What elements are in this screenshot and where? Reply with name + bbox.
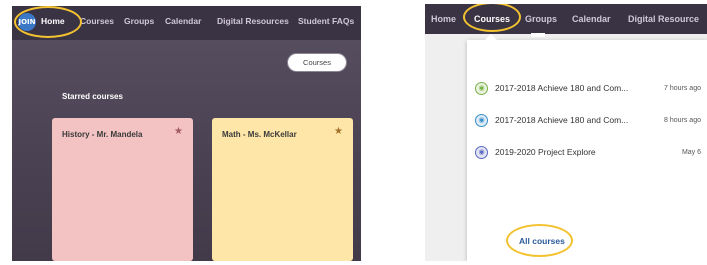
star-icon[interactable]: ★: [334, 126, 343, 137]
star-icon[interactable]: ★: [174, 126, 183, 137]
course-time: 8 hours ago: [664, 116, 701, 124]
courses-button[interactable]: Courses: [288, 54, 346, 71]
course-time: 7 hours ago: [664, 84, 701, 92]
courses-dropdown: ◉ 2017-2018 Achieve 180 and Com... 7 hou…: [467, 34, 707, 261]
nav-home[interactable]: Home: [431, 14, 456, 24]
course-card-math[interactable]: Math - Ms. McKellar ★: [212, 118, 353, 261]
course-name: 2019-2020 Project Explore: [495, 147, 596, 157]
course-card-history[interactable]: History - Mr. Mandela ★: [52, 118, 193, 261]
course-card-title: History - Mr. Mandela: [62, 130, 143, 139]
starred-courses-title: Starred courses: [62, 92, 123, 101]
course-icon: ◉: [475, 81, 488, 95]
nav-digital-resources[interactable]: Digital Resource: [628, 14, 699, 24]
dashboard-panel: JOIN Home Courses Groups Calendar Digita…: [12, 6, 361, 261]
course-icon: ◉: [475, 145, 488, 159]
courses-dropdown-panel: Home Courses Groups Calendar Digital Res…: [425, 4, 707, 261]
dropdown-course-item[interactable]: ◉ 2017-2018 Achieve 180 and Com... 7 hou…: [475, 80, 701, 96]
dropdown-caret: [485, 34, 497, 40]
nav-calendar[interactable]: Calendar: [165, 16, 201, 26]
nav-student-faqs[interactable]: Student FAQs: [298, 16, 354, 26]
all-courses-highlight-circle: [506, 224, 573, 257]
nav-groups[interactable]: Groups: [525, 14, 557, 24]
course-icon: ◉: [475, 113, 488, 127]
home-highlight-circle: [14, 6, 82, 38]
course-name: 2017-2018 Achieve 180 and Com...: [495, 83, 629, 93]
dropdown-course-item[interactable]: ◉ 2017-2018 Achieve 180 and Com... 8 hou…: [475, 112, 701, 128]
tab-marker: [531, 33, 545, 37]
nav-digital-resources[interactable]: Digital Resources: [217, 16, 289, 26]
course-time: May 6: [681, 148, 701, 156]
dropdown-course-item[interactable]: ◉ 2019-2020 Project Explore May 6: [475, 144, 701, 160]
nav-groups[interactable]: Groups: [124, 16, 154, 26]
course-name: 2017-2018 Achieve 180 and Com...: [495, 115, 629, 125]
course-card-title: Math - Ms. McKellar: [222, 130, 297, 139]
nav-calendar[interactable]: Calendar: [572, 14, 611, 24]
nav-courses[interactable]: Courses: [80, 16, 114, 26]
